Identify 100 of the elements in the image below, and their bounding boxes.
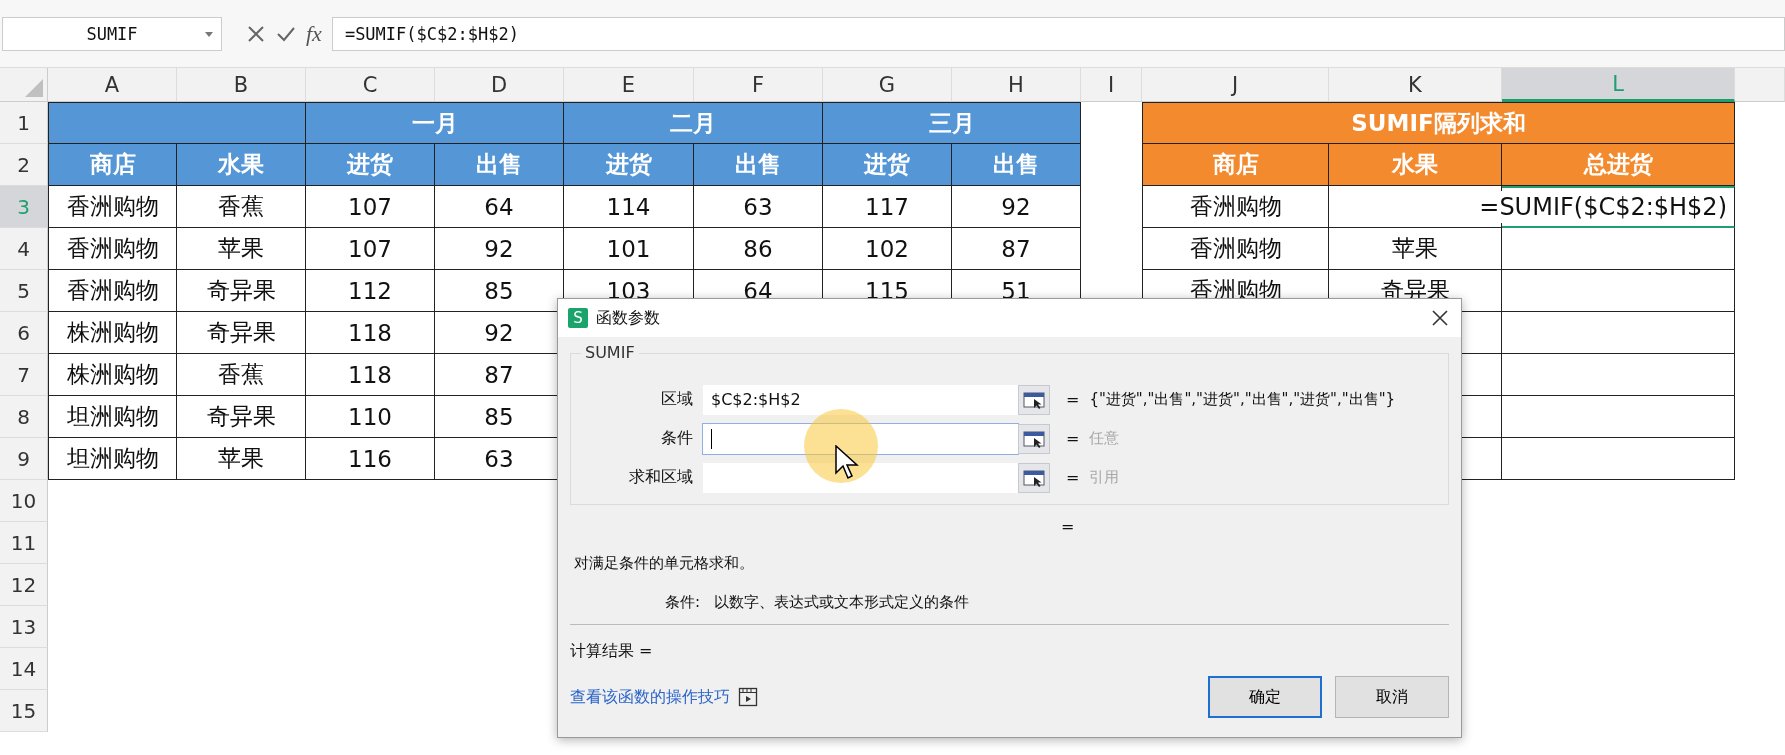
name-box[interactable]: SUMIF	[2, 16, 222, 51]
row-header[interactable]: 4	[0, 228, 48, 270]
table-cell: 奇异果	[177, 312, 306, 354]
row-header[interactable]: 6	[0, 312, 48, 354]
row-header[interactable]: 12	[0, 564, 48, 606]
header-cell: 水果	[1329, 144, 1502, 186]
header-cell: 进货	[823, 144, 952, 186]
video-icon[interactable]	[738, 687, 758, 707]
header-cell: 出售	[435, 144, 564, 186]
argument-result: 任意	[1089, 429, 1120, 448]
header-cell: 出售	[952, 144, 1081, 186]
header-cell: 三月	[823, 102, 1081, 144]
function-description: 对满足条件的单元格求和。	[574, 554, 754, 572]
table-cell: 香洲购物	[48, 228, 177, 270]
table-cell: 110	[306, 396, 435, 438]
table-cell: 63	[694, 186, 823, 228]
table-cell: 64	[435, 186, 564, 228]
table-cell: 92	[435, 228, 564, 270]
argument-field[interactable]: $C$2:$H$2	[703, 384, 1018, 415]
argument-field[interactable]	[703, 423, 1018, 454]
range-picker-button[interactable]	[1018, 462, 1050, 493]
row-header[interactable]: 2	[0, 144, 48, 186]
table-cell: 118	[306, 354, 435, 396]
column-header[interactable]: G	[823, 68, 952, 102]
range-picker-button[interactable]	[1018, 423, 1050, 454]
formula-field[interactable]: =SUMIF($C$2:$H$2)	[331, 16, 1785, 51]
table-cell: 112	[306, 270, 435, 312]
argument-result: {"进货","出售","进货","出售","进货","出售"}	[1089, 390, 1396, 409]
dialog-button[interactable]: 取消	[1335, 676, 1449, 718]
range-picker-button[interactable]	[1018, 384, 1050, 415]
header-cell: 水果	[177, 144, 306, 186]
table-cell: 奇异果	[177, 270, 306, 312]
table-cell: 苹果	[1329, 228, 1502, 270]
header-cell: 进货	[564, 144, 694, 186]
argument-field[interactable]	[703, 462, 1018, 493]
row-header[interactable]: 7	[0, 354, 48, 396]
column-header[interactable]: K	[1329, 68, 1502, 102]
table-cell: 奇异果	[177, 396, 306, 438]
column-header[interactable]: H	[952, 68, 1081, 102]
argument-help: 以数字、表达式或文本形式定义的条件	[714, 593, 970, 612]
header-cell: 总进货	[1502, 144, 1735, 186]
row-header[interactable]: 9	[0, 438, 48, 480]
table-cell: 107	[306, 186, 435, 228]
argument-result: 引用	[1089, 468, 1120, 487]
column-header[interactable]: E	[564, 68, 694, 102]
row-header[interactable]: 1	[0, 102, 48, 144]
column-header[interactable]: B	[177, 68, 306, 102]
argument-label: 区域	[660, 389, 694, 410]
table-cell: 香洲购物	[1142, 228, 1329, 270]
table-cell: 92	[952, 186, 1081, 228]
help-link[interactable]: 查看该函数的操作技巧	[570, 686, 730, 708]
table-cell: 香蕉	[177, 186, 306, 228]
help-label: 条件:	[665, 593, 701, 612]
app-logo: S	[568, 308, 588, 328]
table-cell: 107	[306, 228, 435, 270]
table-cell: 香洲购物	[48, 186, 177, 228]
column-header[interactable]: F	[694, 68, 823, 102]
header-cell: 商店	[1142, 144, 1329, 186]
table-cell: 株洲购物	[48, 312, 177, 354]
table-cell: 118	[306, 312, 435, 354]
function-button[interactable]: fx	[306, 20, 322, 47]
column-header[interactable]: I	[1081, 68, 1142, 102]
cancel-icon[interactable]	[246, 23, 266, 44]
header-cell: 出售	[694, 144, 823, 186]
header-cell: SUMIF隔列求和	[1142, 102, 1735, 144]
table-cell: 102	[823, 228, 952, 270]
pointer-icon	[835, 445, 859, 481]
table-cell: 坦洲购物	[48, 438, 177, 480]
equals-sign: =	[1061, 517, 1075, 536]
table-cell: 117	[823, 186, 952, 228]
row-header[interactable]: 13	[0, 606, 48, 648]
equals-sign: =	[1066, 468, 1080, 487]
header-cell: 一月	[306, 102, 564, 144]
equals-sign: =	[1066, 390, 1080, 409]
table-cell: 香蕉	[177, 354, 306, 396]
table-cell: 101	[564, 228, 694, 270]
row-header[interactable]: 14	[0, 648, 48, 690]
table-cell: 株洲购物	[48, 354, 177, 396]
column-header[interactable]: J	[1142, 68, 1329, 102]
row-header[interactable]: 15	[0, 690, 48, 732]
row-header[interactable]: 10	[0, 480, 48, 522]
header-cell: 进货	[306, 144, 435, 186]
column-header[interactable]: C	[306, 68, 435, 102]
dropdown-caret-icon	[205, 31, 213, 37]
row-header[interactable]: 11	[0, 522, 48, 564]
result-label: 计算结果 =	[570, 641, 653, 660]
dialog-button[interactable]: 确定	[1208, 676, 1322, 718]
row-header[interactable]: 5	[0, 270, 48, 312]
table-cell: 114	[564, 186, 694, 228]
table-cell: 86	[694, 228, 823, 270]
header-cell: 二月	[564, 102, 823, 144]
table-cell: 坦洲购物	[48, 396, 177, 438]
equals-sign: =	[1066, 429, 1080, 448]
row-header[interactable]: 8	[0, 396, 48, 438]
table-cell: 苹果	[177, 438, 306, 480]
column-header[interactable]: D	[435, 68, 564, 102]
header-cell: 商店	[48, 144, 177, 186]
argument-label: 条件	[660, 428, 694, 449]
column-header[interactable]: A	[48, 68, 177, 102]
table-cell: 香洲购物	[1142, 186, 1329, 228]
